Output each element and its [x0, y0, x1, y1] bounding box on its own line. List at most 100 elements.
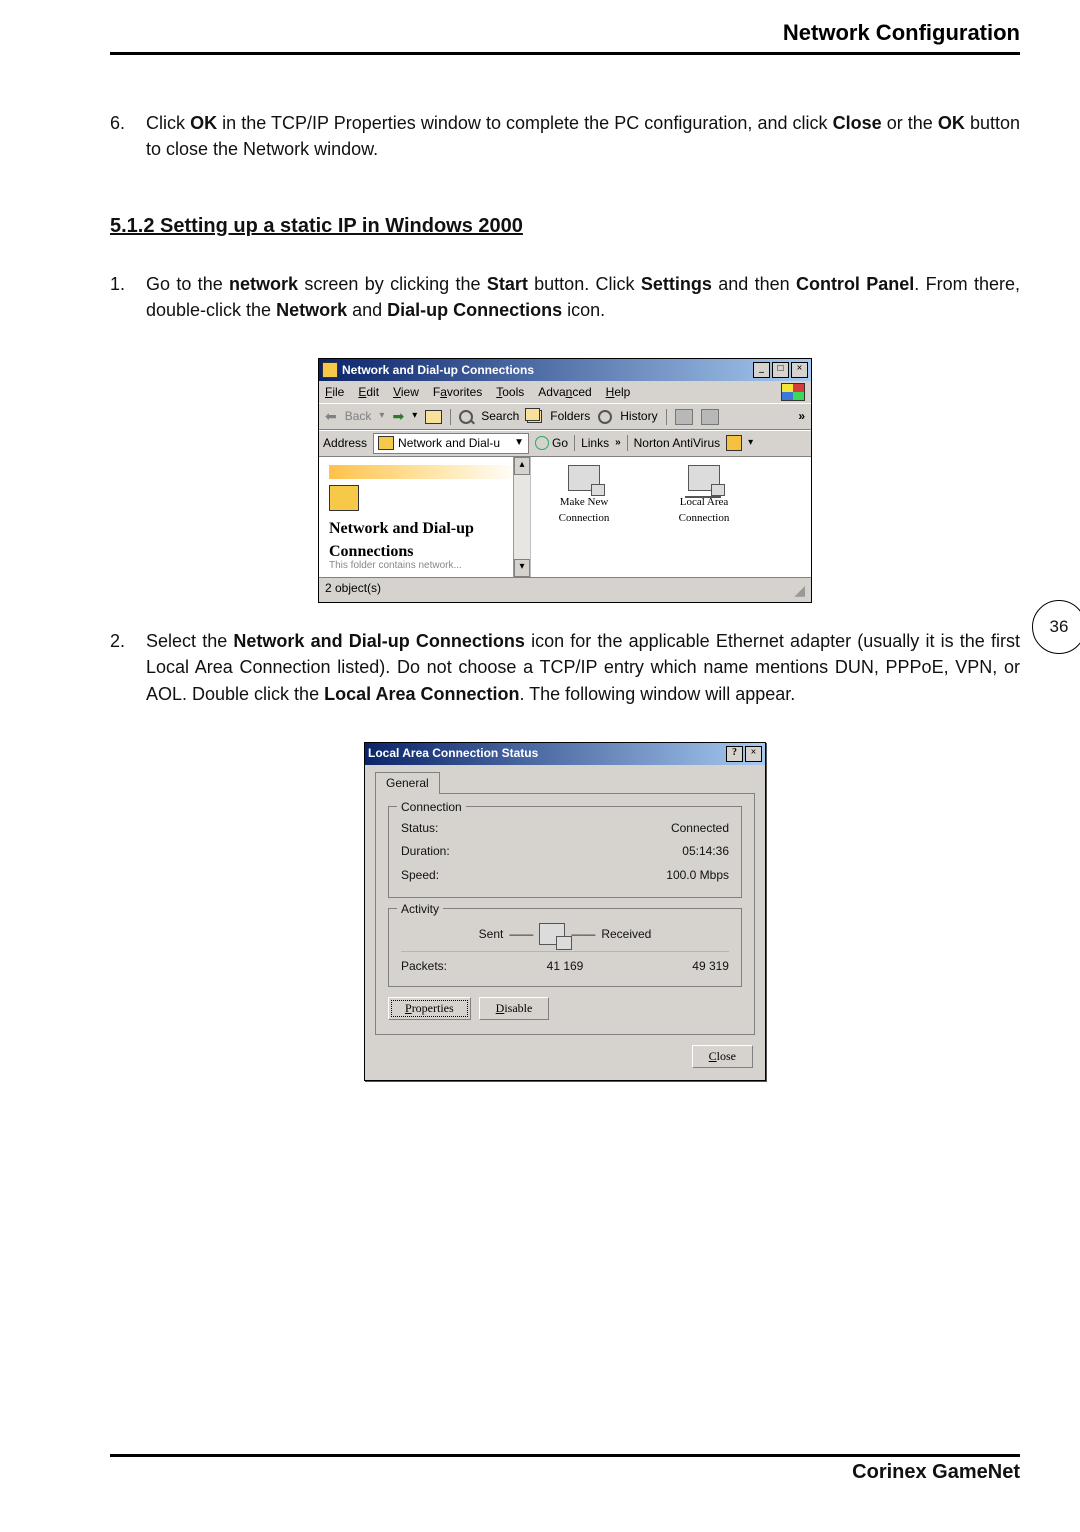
windows-flag-icon: [781, 383, 805, 401]
window-lac-status: Local Area Connection Status ? × General…: [364, 742, 766, 1081]
tab-panel: Connection Status: Connected Duration: 0…: [375, 793, 755, 1035]
statusbar: 2 object(s) ◢: [319, 577, 811, 602]
help-button[interactable]: ?: [726, 746, 743, 762]
close-dialog-button[interactable]: CloseClose: [692, 1045, 753, 1068]
make-new-connection-icon: [568, 465, 600, 491]
local-area-connection-item[interactable]: Local Area Connection: [659, 465, 749, 569]
folders-button[interactable]: Folders: [550, 408, 590, 425]
toolbar-address: AddressAddress Network and Dial-u ▼ Go L…: [319, 430, 811, 457]
step-2: 2. Select the Network and Dial-up Connec…: [110, 628, 1020, 726]
back-dropdown-icon[interactable]: ▾: [379, 409, 384, 424]
menu-edit[interactable]: EditEdit: [358, 384, 379, 401]
menu-view[interactable]: ViewView: [393, 384, 419, 401]
make-new-connection-item[interactable]: Make New Connection: [539, 465, 629, 569]
disable-button[interactable]: DisableDisable: [479, 997, 550, 1020]
received-label: Received: [601, 926, 651, 943]
text: button. Click: [528, 274, 641, 294]
left-pane: Network and Dial-up Connections This fol…: [319, 457, 531, 577]
go-icon: [535, 436, 549, 450]
activity-dash: ——: [571, 926, 595, 943]
figure-network-dialup-window: Network and Dial-up Connections _ □ × FF…: [110, 358, 1020, 603]
close-button[interactable]: ×: [791, 362, 808, 378]
activity-computers-icon: [539, 923, 565, 945]
group-connection: Connection Status: Connected Duration: 0…: [388, 806, 742, 898]
text: icon.: [562, 300, 605, 320]
menu-advanced[interactable]: AdvancedAdvanced: [538, 384, 591, 401]
separator: [627, 435, 628, 451]
step-6: 6. Click OK in the TCP/IP Properties win…: [110, 110, 1020, 182]
step-6-number: 6.: [110, 110, 146, 182]
search-button[interactable]: Search: [481, 408, 519, 425]
up-folder-icon[interactable]: [425, 410, 442, 424]
back-icon: ⬅: [325, 406, 337, 426]
forward-icon[interactable]: ➡: [392, 406, 404, 426]
speed-label: Speed:: [401, 867, 439, 884]
norton-icon: [726, 435, 742, 451]
links-overflow-icon[interactable]: »: [615, 436, 621, 451]
bold-net-dial-conn: Network and Dial-up Connections: [233, 631, 525, 651]
window-title: Local Area Connection Status: [368, 745, 538, 762]
back-button[interactable]: Back: [345, 408, 372, 425]
bold-settings: Settings: [641, 274, 712, 294]
resize-grip-icon[interactable]: ◢: [794, 580, 805, 600]
pane-banner: [329, 465, 520, 479]
minimize-button[interactable]: _: [753, 362, 770, 378]
titlebar[interactable]: Network and Dial-up Connections _ □ ×: [319, 359, 811, 381]
scrollbar[interactable]: ▴ ▾: [513, 457, 530, 577]
menu-help[interactable]: HelpHelp: [606, 384, 631, 401]
toolbar-overflow-icon[interactable]: »: [798, 408, 805, 425]
local-area-connection-icon: [688, 465, 720, 491]
bold-local-area-connection: Local Area Connection: [324, 684, 519, 704]
menu-tools[interactable]: ToolsTools: [496, 384, 524, 401]
toolbar-gray-icon-2[interactable]: [701, 409, 719, 425]
maximize-button[interactable]: □: [772, 362, 789, 378]
folders-icon: [527, 410, 542, 423]
page-number: 36: [1050, 617, 1069, 637]
address-folder-icon: [378, 436, 394, 450]
scroll-up-icon[interactable]: ▴: [514, 457, 530, 475]
packets-sent-value: 41 169: [511, 958, 619, 975]
menu-file[interactable]: FFileile: [325, 384, 344, 401]
forward-dropdown-icon[interactable]: ▾: [412, 409, 417, 424]
page-number-badge: 36: [1032, 600, 1080, 654]
text: screen by clicking the: [298, 274, 487, 294]
history-button[interactable]: History: [620, 408, 657, 425]
text: Select the: [146, 631, 233, 651]
figure-lac-status-window: Local Area Connection Status ? × General…: [110, 742, 1020, 1081]
properties-button[interactable]: PropertiesProperties: [388, 997, 471, 1020]
titlebar[interactable]: Local Area Connection Status ? ×: [365, 743, 765, 765]
norton-label[interactable]: Norton AntiVirus: [634, 435, 721, 452]
tab-general[interactable]: General: [375, 772, 440, 794]
address-dropdown-icon[interactable]: ▼: [514, 436, 524, 451]
separator: [666, 409, 667, 425]
links-button[interactable]: Links: [581, 435, 609, 452]
section-heading: 5.1.2 Setting up a static IP in Windows …: [110, 212, 1020, 241]
close-button[interactable]: ×: [745, 746, 762, 762]
menu-favorites[interactable]: FavoritesFavorites: [433, 384, 482, 401]
norton-dropdown-icon[interactable]: ▾: [748, 436, 753, 451]
step-1-number: 1.: [110, 271, 146, 343]
bold-ok: OK: [190, 113, 217, 133]
search-icon: [459, 410, 473, 424]
statusbar-text: 2 object(s): [325, 580, 381, 600]
status-value: Connected: [671, 820, 729, 837]
bold-start: Start: [487, 274, 528, 294]
local-area-connection-label: Local Area Connection: [659, 495, 749, 527]
separator: [574, 435, 575, 451]
bold-close: Close: [833, 113, 882, 133]
window-network-dialup: Network and Dial-up Connections _ □ × FF…: [318, 358, 812, 603]
step-1: 1. Go to the network screen by clicking …: [110, 271, 1020, 343]
text: in the TCP/IP Properties window to compl…: [217, 113, 833, 133]
bold-control-panel: Control Panel: [796, 274, 914, 294]
address-label: AddressAddress: [323, 435, 367, 452]
toolbar-nav: ⬅ Back ▾ ➡ ▾ Search Folders History: [319, 403, 811, 429]
packets-label: Packets:: [401, 958, 509, 975]
toolbar-gray-icon-1[interactable]: [675, 409, 693, 425]
go-button[interactable]: Go: [535, 435, 568, 452]
menubar: FFileile EditEdit ViewView FavoritesFavo…: [319, 381, 811, 403]
scroll-down-icon[interactable]: ▾: [514, 559, 530, 577]
window-title: Network and Dial-up Connections: [342, 362, 534, 379]
address-value: Network and Dial-u: [398, 435, 500, 452]
address-input[interactable]: Network and Dial-u ▼: [373, 433, 529, 454]
window-icon: [322, 362, 338, 378]
